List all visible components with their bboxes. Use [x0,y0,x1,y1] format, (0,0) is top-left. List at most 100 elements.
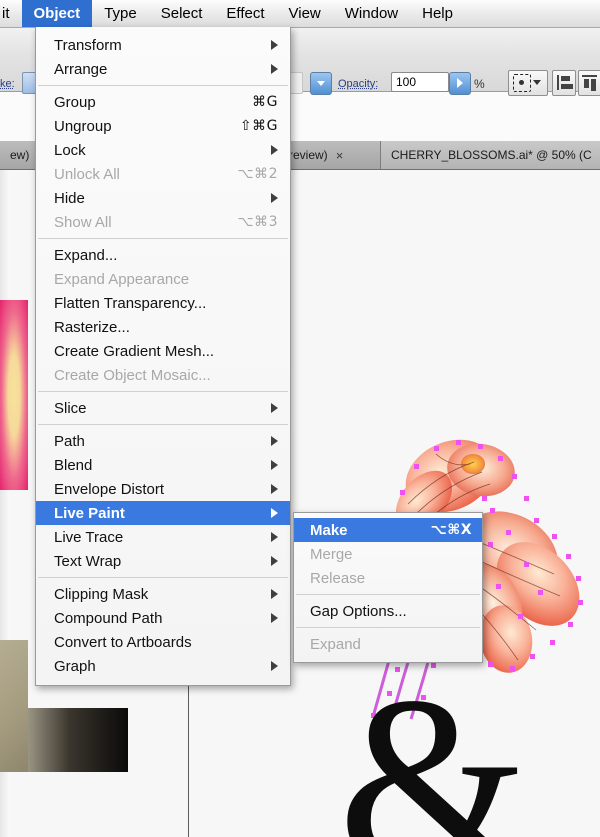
object-menu-dropdown[interactable]: Transform Arrange Group ⌘G Ungroup ⇧⌘G L… [35,27,291,686]
menu-item-label: Rasterize... [54,318,130,336]
menu-separator [38,424,288,425]
menu-item-label: Arrange [54,60,108,78]
menubar-item-window[interactable]: Window [333,0,410,27]
submenu-item-shortcut: ⌥⌘X [430,522,472,538]
submenu-item-merge: Merge [294,542,482,566]
menu-item-label: Live Paint [54,504,125,522]
submenu-arrow-icon [271,145,278,155]
selection-options-button[interactable] [508,70,548,96]
menu-item-arrange[interactable]: Arrange [36,57,290,81]
menu-separator [38,85,288,86]
illustrator-window: & ew) Preview) × CHERRY_BLOSSOMS.ai* @ 5… [0,0,600,837]
menu-item-label: Expand Appearance [54,270,190,288]
submenu-arrow-icon [271,613,278,623]
menu-item-label: Blend [54,456,93,474]
opacity-input[interactable]: 100 [391,72,449,92]
menu-separator [38,391,288,392]
menu-item-label: Create Object Mosaic... [54,366,211,384]
menu-item-shortcut: ⌥⌘2 [237,166,278,182]
menu-item-envelope-distort[interactable]: Envelope Distort [36,477,290,501]
submenu-arrow-icon [271,403,278,413]
menu-item-convert-to-artboards[interactable]: Convert to Artboards [36,630,290,654]
menubar-item-effect[interactable]: Effect [214,0,276,27]
document-tab-2[interactable]: CHERRY_BLOSSOMS.ai* @ 50% (C [381,141,600,169]
submenu-arrow-icon [271,532,278,542]
menu-item-expand[interactable]: Expand... [36,243,290,267]
menu-item-group[interactable]: Group ⌘G [36,90,290,114]
submenu-arrow-icon [271,661,278,671]
menu-item-blend[interactable]: Blend [36,453,290,477]
submenu-item-make[interactable]: Make ⌥⌘X [294,518,482,542]
menu-item-live-paint[interactable]: Live Paint [36,501,290,525]
menu-item-compound-path[interactable]: Compound Path [36,606,290,630]
menu-item-lock[interactable]: Lock [36,138,290,162]
ampersand-glyph[interactable]: & [338,659,529,837]
submenu-item-label: Gap Options... [310,602,407,620]
submenu-arrow-icon [271,64,278,74]
submenu-item-label: Merge [310,545,353,563]
menu-item-flatten-transparency[interactable]: Flatten Transparency... [36,291,290,315]
left-thumbnail-dark [28,708,128,772]
submenu-item-release: Release [294,566,482,590]
menu-item-graph[interactable]: Graph [36,654,290,678]
chevron-down-icon[interactable] [310,72,332,95]
submenu-item-expand: Expand [294,632,482,656]
menu-item-label: Unlock All [54,165,120,183]
menubar-item-type[interactable]: Type [92,0,149,27]
menu-item-ungroup[interactable]: Ungroup ⇧⌘G [36,114,290,138]
align-top-button[interactable] [578,70,600,96]
submenu-arrow-icon [271,589,278,599]
menu-item-label: Group [54,93,96,111]
menubar-item-help[interactable]: Help [410,0,465,27]
menu-item-transform[interactable]: Transform [36,33,290,57]
menu-item-path[interactable]: Path [36,429,290,453]
percent-label: % [474,77,485,91]
selection-icon [513,74,531,92]
document-tab-title: ew) [10,148,30,162]
chevron-down-icon [533,80,541,85]
menu-item-hide[interactable]: Hide [36,186,290,210]
menu-item-label: Envelope Distort [54,480,165,498]
menu-item-label: Ungroup [54,117,112,135]
menu-item-label: Expand... [54,246,118,264]
menu-item-label: Lock [54,141,86,159]
menu-item-unlock-all: Unlock All ⌥⌘2 [36,162,290,186]
submenu-arrow-icon [271,508,278,518]
submenu-arrow-icon [271,484,278,494]
menu-item-label: Convert to Artboards [54,633,192,651]
submenu-separator [296,627,480,628]
menubar-item-edit[interactable]: it [0,0,22,27]
left-thumbnail-pink [0,300,28,490]
menu-item-clipping-mask[interactable]: Clipping Mask [36,582,290,606]
menu-item-create-gradient-mesh[interactable]: Create Gradient Mesh... [36,339,290,363]
submenu-arrow-icon [271,193,278,203]
submenu-item-label: Expand [310,635,361,653]
menu-item-text-wrap[interactable]: Text Wrap [36,549,290,573]
submenu-separator [296,594,480,595]
live-paint-submenu[interactable]: Make ⌥⌘X Merge Release Gap Options... Ex… [293,512,483,663]
submenu-item-gap-options[interactable]: Gap Options... [294,599,482,623]
menu-bar-items: it Object Type Select Effect View Window… [0,0,465,27]
submenu-item-label: Release [310,569,366,587]
close-icon[interactable]: × [336,148,344,163]
menu-separator [38,238,288,239]
menu-item-label: Flatten Transparency... [54,294,207,312]
menu-item-live-trace[interactable]: Live Trace [36,525,290,549]
menubar-item-object[interactable]: Object [21,0,93,27]
menu-item-shortcut: ⌘G [252,94,278,110]
menu-item-label: Create Gradient Mesh... [54,342,215,360]
left-thumbnail-tan [0,640,28,772]
align-left-button[interactable] [552,70,576,96]
menu-item-slice[interactable]: Slice [36,396,290,420]
menu-item-label: Show All [54,213,112,231]
menu-item-rasterize[interactable]: Rasterize... [36,315,290,339]
menu-item-label: Compound Path [54,609,163,627]
menubar-item-select[interactable]: Select [149,0,215,27]
menu-item-label: Slice [54,399,87,417]
menu-item-label: Graph [54,657,96,675]
menu-item-shortcut: ⇧⌘G [239,118,278,134]
opacity-stepper[interactable] [449,72,471,95]
menu-item-create-object-mosaic: Create Object Mosaic... [36,363,290,387]
document-tab-title: CHERRY_BLOSSOMS.ai* @ 50% (C [391,148,592,162]
menubar-item-view[interactable]: View [277,0,333,27]
